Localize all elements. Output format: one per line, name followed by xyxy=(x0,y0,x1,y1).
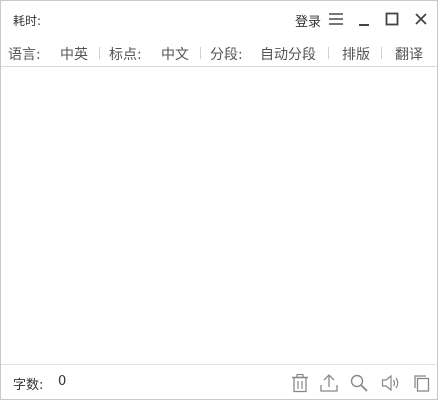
toolbar-divider xyxy=(381,47,382,59)
language-selector[interactable]: 中英 xyxy=(60,44,88,64)
toolbar-divider xyxy=(200,47,201,59)
trash-icon[interactable] xyxy=(290,373,310,393)
status-bar: 字数: 0 xyxy=(1,364,437,399)
speaker-icon[interactable] xyxy=(381,373,401,393)
segment-label: 分段: xyxy=(210,47,243,63)
toolbar-divider xyxy=(99,47,100,59)
punctuation-selector[interactable]: 中文 xyxy=(161,44,189,64)
search-icon[interactable] xyxy=(349,373,369,393)
layout-button[interactable]: 排版 xyxy=(342,44,370,64)
login-button[interactable]: 登录 xyxy=(295,11,321,30)
copy-icon[interactable] xyxy=(411,373,431,393)
word-count-label: 字数: xyxy=(13,378,44,393)
menu-icon[interactable] xyxy=(328,11,344,27)
maximize-icon[interactable] xyxy=(384,11,400,27)
toolbar-divider xyxy=(328,47,329,59)
word-count-value: 0 xyxy=(58,374,67,389)
minimize-icon[interactable] xyxy=(356,11,372,27)
punctuation-label: 标点: xyxy=(109,47,142,63)
app-window: 耗时: 登录 语言: 中英 标点: 中文 分段: 自动分段 排版 翻译 字数: … xyxy=(0,0,438,400)
close-icon[interactable] xyxy=(413,11,429,27)
upload-icon[interactable] xyxy=(319,373,339,393)
text-editor-area[interactable] xyxy=(1,68,437,364)
elapsed-time-label: 耗时: xyxy=(13,14,42,28)
toolbar: 语言: 中英 标点: 中文 分段: 自动分段 排版 翻译 xyxy=(1,39,437,67)
title-bar: 耗时: 登录 xyxy=(1,1,437,37)
translate-button[interactable]: 翻译 xyxy=(395,44,423,64)
segment-selector[interactable]: 自动分段 xyxy=(260,44,316,64)
language-label: 语言: xyxy=(8,47,41,63)
